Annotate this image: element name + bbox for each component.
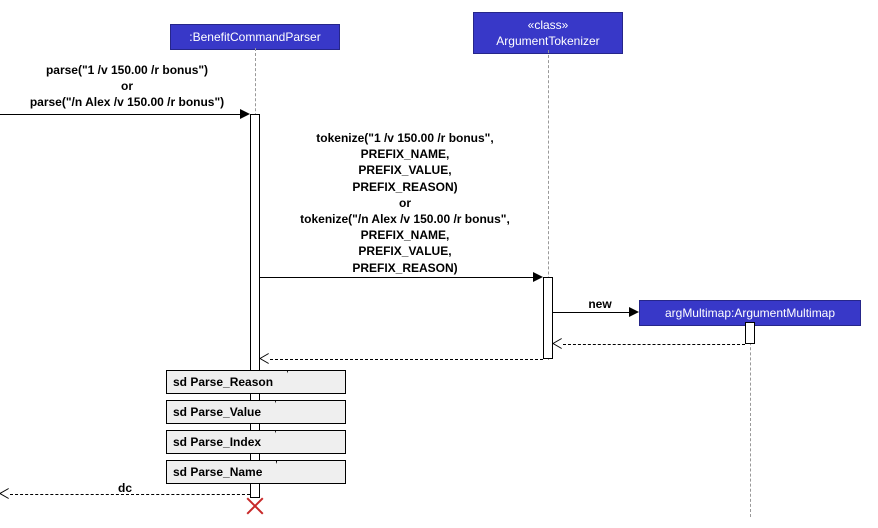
participant-label: ArgumentTokenizer [496,34,599,48]
ref-label: sd Parse_Value [173,405,261,419]
msg-tokenize-label: tokenize("1 /v 150.00 /r bonus", PREFIX_… [265,130,545,276]
ref-label: sd Parse_Reason [173,375,273,389]
ref-parse-index: sd Parse_Index [166,430,346,454]
participant-label: argMultimap:ArgumentMultimap [665,306,835,320]
msg-new-label: new [575,296,625,312]
activation-p3 [745,322,755,344]
ref-label: sd Parse_Name [173,465,262,479]
participant-benefit-command-parser: :BenefitCommandParser [170,24,340,50]
ref-parse-value: sd Parse_Value [166,400,346,424]
msg-parse-arrow [240,109,250,119]
msg-tokenize-arrow [533,272,543,282]
msg-new-arrow [629,307,639,317]
msg-return-new-arrow [553,339,563,349]
participant-argument-tokenizer: «class» ArgumentTokenizer [473,12,623,54]
msg-return-tokenize [270,359,543,360]
msg-new-line [553,312,630,313]
msg-tokenize-line [260,277,533,278]
msg-return-new [563,344,745,345]
lifeline-p3 [750,322,751,517]
msg-parse-label: parse("1 /v 150.00 /r bonus") or parse("… [4,62,250,111]
msg-parse-line [0,114,240,115]
msg-return-tokenize-arrow [260,354,270,364]
activation-p2 [543,277,553,359]
ref-parse-name: sd Parse_Name [166,460,346,484]
msg-return-dc-arrow [0,489,10,499]
ref-label: sd Parse_Index [173,435,261,449]
ref-parse-reason: sd Parse_Reason [166,370,346,394]
destroy-p1 [246,497,264,515]
msg-return-dc-line [10,494,250,495]
participant-label: :BenefitCommandParser [189,30,320,44]
participant-stereotype: «class» [528,18,569,32]
